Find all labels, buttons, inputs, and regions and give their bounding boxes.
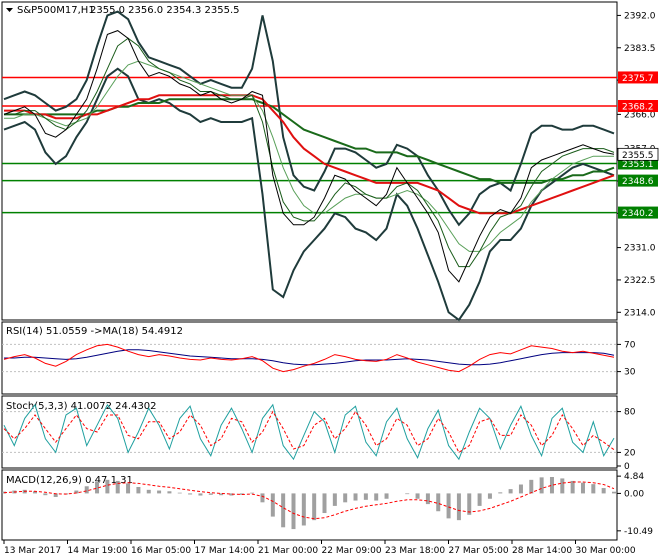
time-tick-label: 14 Mar 19:00 — [68, 546, 128, 556]
level-label: 2348.6 — [622, 177, 654, 187]
level-label: 2353.1 — [622, 160, 654, 170]
time-tick-label: 22 Mar 09:00 — [322, 546, 382, 556]
stochastic-panel: Stoch(5,3,3) 41.0072 24.4302 80 20 0 — [1, 395, 636, 472]
level-label: 2368.2 — [622, 103, 654, 113]
level-label: 2375.7 — [622, 74, 654, 84]
stoch-axis-tick-label: 0 — [624, 462, 630, 472]
macd-axis-tick-label: 4.84 — [624, 472, 644, 482]
time-tick-label: 13 Mar 2017 — [4, 546, 61, 556]
price-axis-tick-label: 2331.0 — [624, 244, 656, 254]
time-tick-label: 30 Mar 00:00 — [576, 546, 636, 556]
rsi-axis-tick-label: 30 — [624, 368, 636, 378]
time-axis: 13 Mar 2017 14 Mar 19:00 16 Mar 05:00 17 Ma… — [3, 540, 636, 556]
time-tick-label: 27 Mar 05:00 — [449, 546, 509, 556]
main-price-panel: S&P500M17,H1 2355.0 2356.0 2354.3 2355.5… — [1, 1, 659, 322]
time-tick-label: 28 Mar 14:00 — [512, 546, 572, 556]
rsi-axis-tick-label: 70 — [624, 340, 636, 350]
macd-axis-tick-label: -10.49 — [624, 527, 653, 537]
stoch-label: Stoch(5,3,3) 41.0072 24.4302 — [6, 401, 157, 412]
time-tick-label: 21 Mar 00:00 — [258, 546, 318, 556]
level-label: 2340.2 — [622, 209, 654, 219]
stoch-axis-tick-label: 20 — [624, 448, 636, 458]
chart-title: S&P500M17,H1 — [17, 5, 95, 16]
price-axis-tick-label: 2392.0 — [624, 11, 656, 21]
time-tick-label: 17 Mar 14:00 — [195, 546, 255, 556]
rsi-panel: RSI(14) 51.0559 ->MA(18) 54.4912 70 30 — [1, 321, 636, 395]
time-tick-label: 23 Mar 18:00 — [385, 546, 445, 556]
trading-chart: S&P500M17,H1 2355.0 2356.0 2354.3 2355.5… — [1, 1, 659, 556]
rsi-label: RSI(14) 51.0559 ->MA(18) 54.4912 — [6, 326, 183, 337]
price-axis-tick-label: 2322.5 — [624, 276, 656, 286]
main-panel-frame — [1, 1, 618, 321]
stoch-axis-tick-label: 80 — [624, 408, 636, 418]
price-axis-tick-label: 2314.0 — [624, 308, 656, 318]
price-axis-tick-label: 2383.5 — [624, 44, 656, 54]
macd-panel: MACD(12,26,9) 0.47 1.31 4.840.00-10.49 — [1, 469, 653, 541]
current-price-label: 2355.5 — [622, 151, 654, 161]
time-tick-label: 16 Mar 05:00 — [131, 546, 191, 556]
macd-axis-tick-label: 0.00 — [624, 489, 644, 499]
